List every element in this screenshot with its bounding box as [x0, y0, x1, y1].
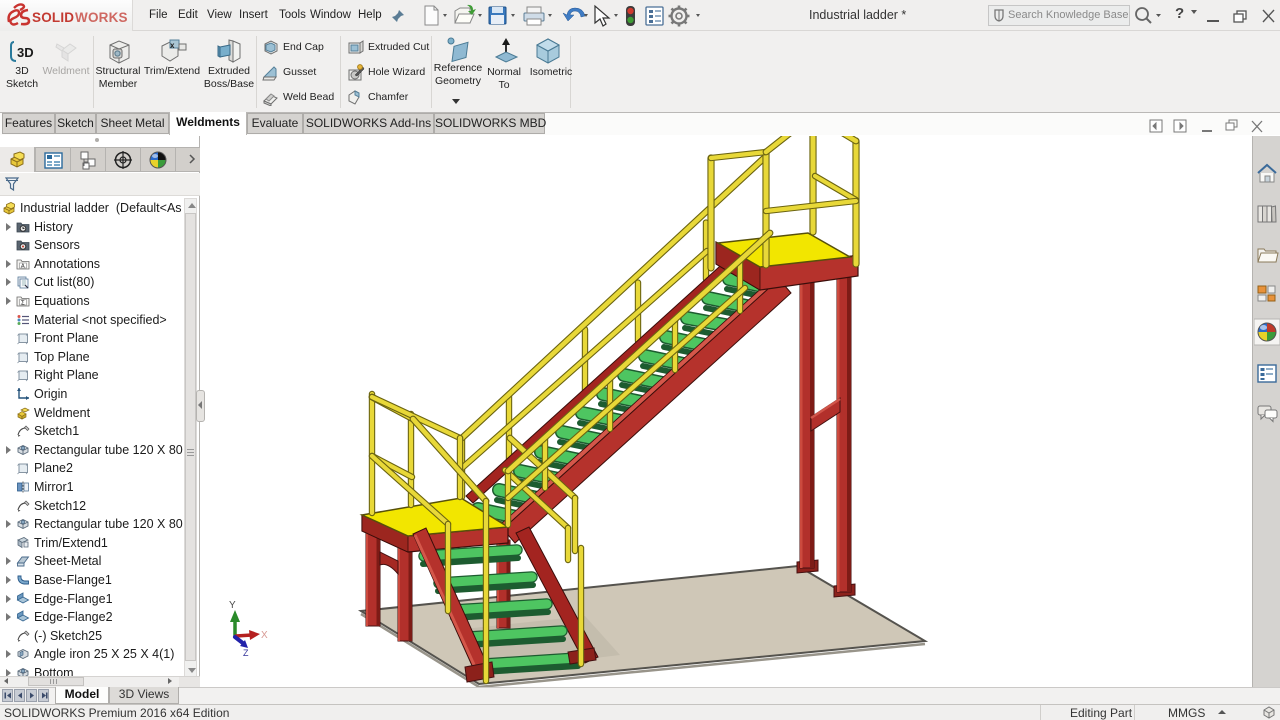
- svg-text:Y: Y: [229, 600, 236, 611]
- svg-text:SOLID: SOLID: [32, 10, 74, 25]
- svg-text:A: A: [21, 263, 25, 269]
- svg-text:x: x: [170, 41, 175, 50]
- svg-text:Z: Z: [243, 648, 249, 658]
- svg-text:WORKS: WORKS: [75, 10, 128, 25]
- svg-text:X: X: [261, 630, 268, 641]
- svg-text:3D: 3D: [17, 45, 34, 60]
- svg-text:Σ: Σ: [21, 301, 25, 307]
